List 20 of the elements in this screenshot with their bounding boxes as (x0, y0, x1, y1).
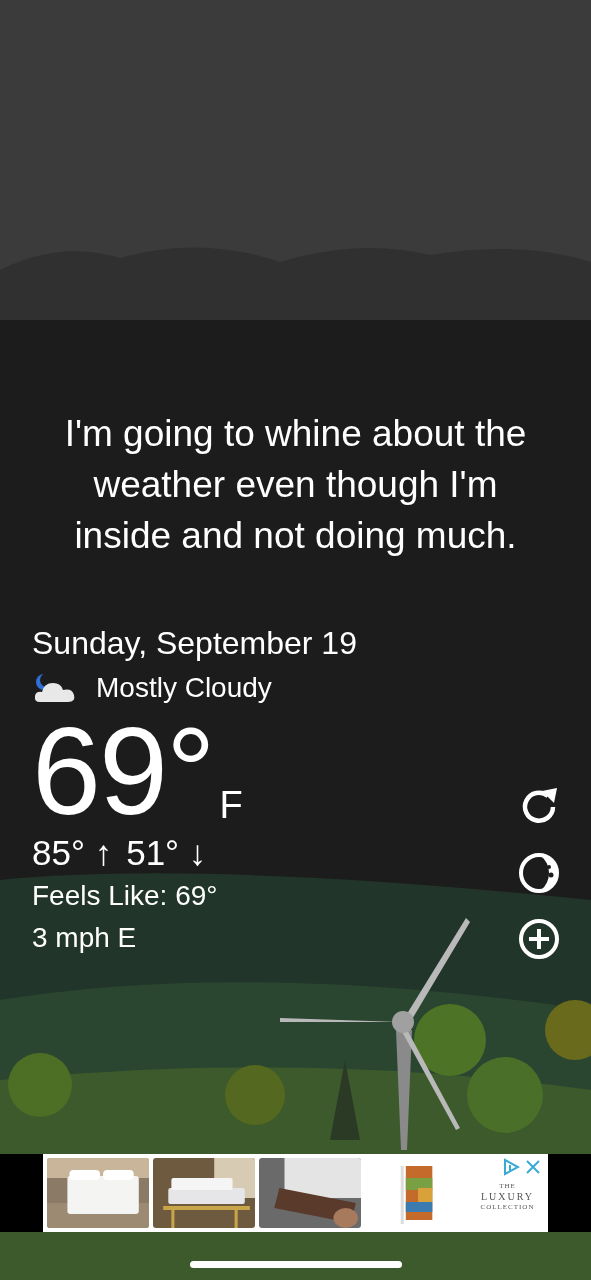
condition-text: Mostly Cloudy (96, 671, 272, 705)
feels-like-text: Feels Like: 69° (32, 879, 218, 913)
moon-button[interactable] (517, 851, 561, 895)
tree (414, 1004, 486, 1076)
wind-text: 3 mph E (32, 921, 137, 955)
add-icon (517, 917, 561, 961)
temperature-text: 69° (32, 715, 214, 827)
moon-icon (517, 851, 561, 895)
ad-choices-icon[interactable] (502, 1158, 520, 1176)
logo-text: LUXURY (480, 1191, 535, 1203)
quote-text: I'm going to whine about the weather even though I'm inside and not doing much. (63, 412, 528, 558)
close-icon[interactable] (524, 1158, 542, 1176)
tree (8, 1053, 72, 1117)
unit-text: F (219, 785, 243, 825)
date-text: Sunday, September 19 (32, 624, 357, 663)
tree (225, 1065, 285, 1125)
add-button[interactable] (517, 917, 561, 961)
low-temperature: 51° ↓ (126, 832, 207, 874)
tree (545, 1000, 591, 1060)
high-temperature: 85° ↑ (32, 832, 113, 874)
